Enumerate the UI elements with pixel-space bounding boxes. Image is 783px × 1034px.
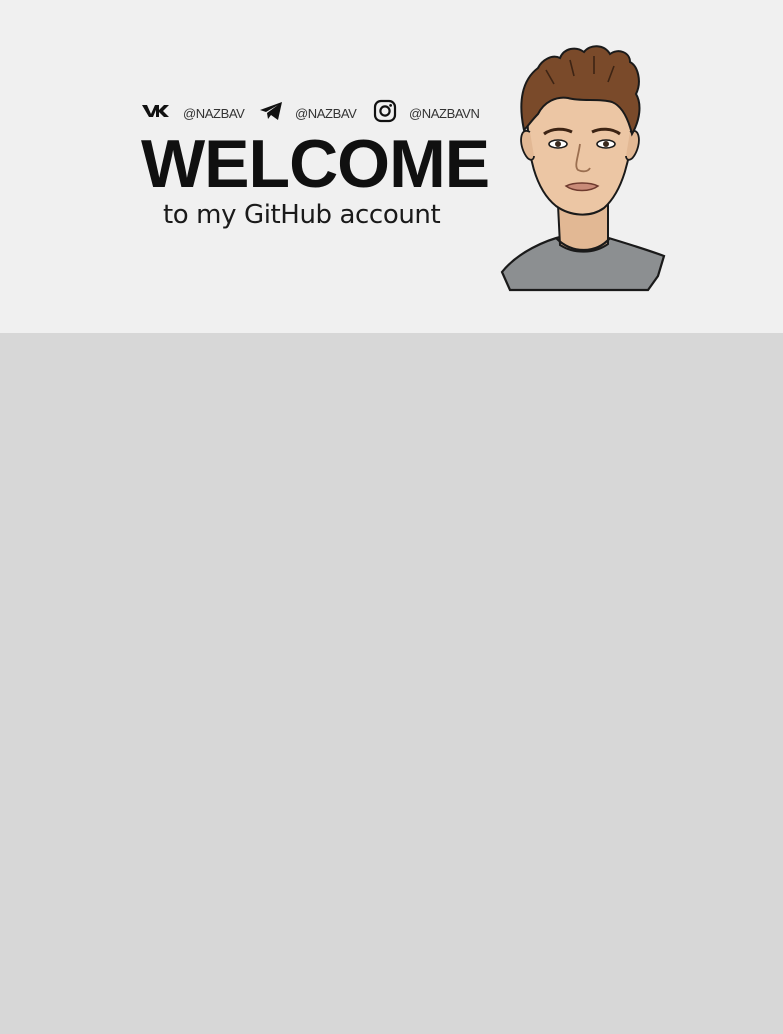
instagram-handle: @NAZBAVN: [409, 105, 480, 121]
telegram-handle: @NAZBAV: [295, 105, 357, 121]
telegram-icon: [259, 101, 283, 126]
vk-handle: @NAZBAV: [183, 105, 245, 121]
social-telegram[interactable]: @NAZBAV: [259, 100, 357, 126]
welcome-banner: @NAZBAV @NAZBAV @NAZBAVN WELCOME to my G…: [0, 0, 783, 333]
avatar-illustration: [498, 40, 666, 294]
welcome-title: WELCOME: [141, 126, 490, 202]
social-vk[interactable]: @NAZBAV: [141, 100, 245, 126]
social-instagram[interactable]: @NAZBAVN: [373, 99, 480, 126]
vk-icon: [141, 103, 171, 124]
page-background: [0, 333, 783, 1034]
welcome-subtitle: to my GitHub account: [163, 200, 441, 230]
social-links: @NAZBAV @NAZBAV @NAZBAVN: [141, 99, 486, 126]
